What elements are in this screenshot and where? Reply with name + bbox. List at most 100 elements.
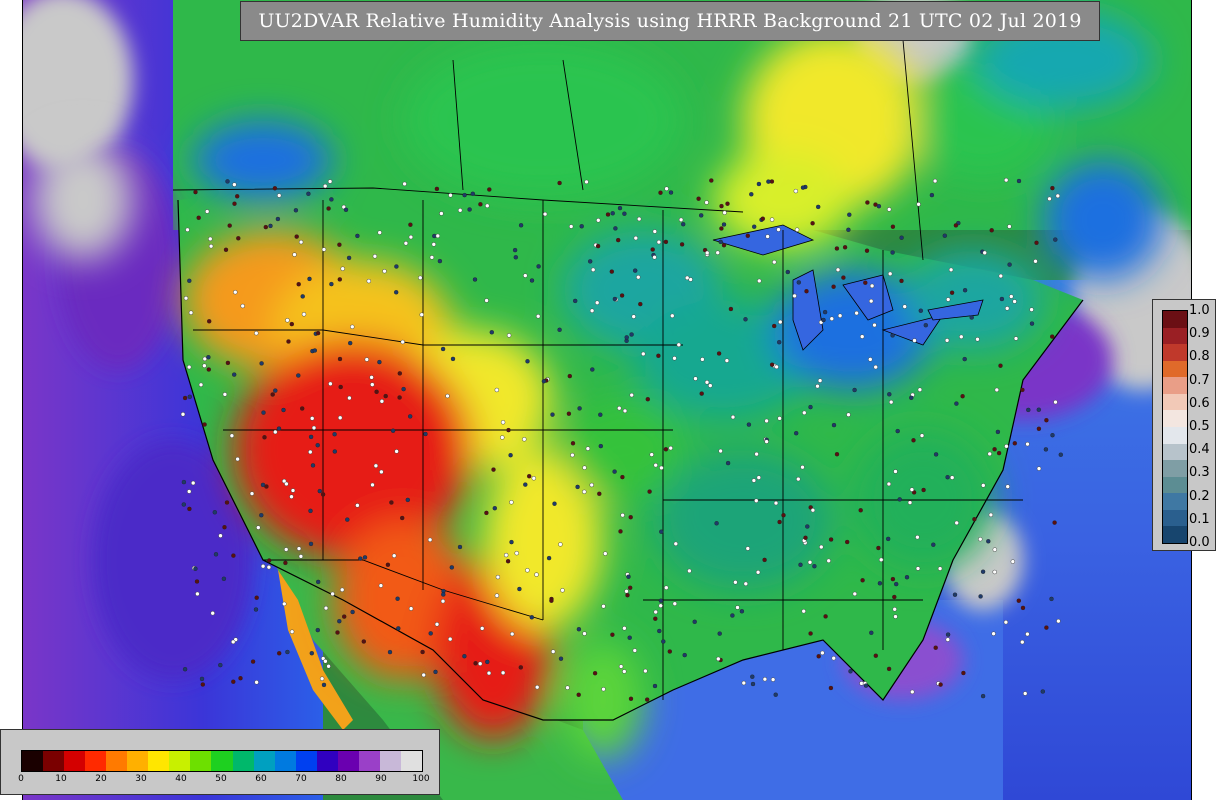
station-dot — [231, 553, 236, 558]
station-dot — [570, 452, 575, 458]
rh-color-step — [232, 751, 255, 771]
station-dot — [195, 591, 200, 597]
station-dot — [629, 392, 634, 398]
station-dot — [478, 661, 483, 666]
station-dot — [652, 683, 658, 689]
station-dot — [632, 648, 637, 653]
station-dot — [370, 382, 375, 387]
station-dot — [598, 412, 603, 417]
station-dot — [645, 697, 650, 702]
station-dot — [909, 487, 915, 492]
station-dot — [1020, 605, 1026, 611]
station-dot — [285, 649, 290, 655]
station-dot — [937, 566, 943, 571]
station-dot — [629, 332, 634, 337]
station-dot — [772, 323, 777, 329]
station-dot — [1007, 262, 1012, 267]
station-dot — [994, 387, 999, 393]
station-dot — [610, 632, 615, 637]
ratio-color-step — [1163, 410, 1187, 428]
station-dot — [326, 206, 331, 211]
station-dot — [377, 230, 382, 235]
station-dot — [1020, 639, 1025, 645]
station-dot — [266, 565, 272, 570]
station-dot — [513, 255, 518, 260]
station-dot — [229, 433, 235, 438]
station-dot — [286, 339, 291, 344]
station-dot — [290, 488, 296, 493]
rh-tick-label: 100 — [412, 774, 430, 784]
station-dot — [208, 243, 214, 249]
station-dot — [428, 631, 433, 636]
station-dot — [187, 394, 193, 399]
rh-color-step — [211, 751, 234, 771]
station-dot — [766, 179, 771, 184]
station-dot — [478, 202, 483, 207]
station-dot — [831, 284, 836, 289]
station-dot — [525, 568, 530, 573]
station-dot — [298, 554, 304, 559]
station-dot — [233, 290, 238, 295]
station-dot — [902, 304, 907, 309]
station-dot — [441, 592, 446, 597]
station-dot — [448, 193, 453, 198]
station-dot — [762, 677, 768, 682]
station-dot — [598, 443, 603, 449]
station-dot — [401, 386, 406, 392]
station-dot — [200, 682, 206, 687]
station-dot — [332, 432, 337, 437]
station-dot — [916, 202, 921, 207]
station-dot — [804, 289, 809, 294]
station-dot — [1043, 447, 1049, 452]
station-dot — [1040, 689, 1045, 694]
station-dot — [816, 654, 821, 659]
station-dot — [601, 687, 606, 692]
station-dot — [847, 212, 852, 217]
station-dot — [672, 356, 677, 361]
station-dot — [749, 192, 754, 197]
station-dot — [725, 460, 731, 466]
station-dot — [854, 310, 859, 316]
station-dot — [1036, 426, 1042, 431]
station-dot — [308, 541, 314, 547]
station-dot — [624, 589, 629, 594]
station-dot — [316, 579, 321, 585]
station-dot — [570, 441, 576, 446]
station-dot — [1029, 321, 1035, 326]
station-dot — [307, 276, 312, 282]
station-dot — [778, 319, 783, 325]
station-dot — [627, 635, 632, 640]
station-dot — [704, 200, 709, 205]
station-dot — [300, 406, 305, 411]
station-dot — [282, 601, 287, 607]
station-dot — [300, 294, 305, 299]
rh-color-step — [106, 751, 128, 771]
station-dot — [396, 626, 401, 631]
station-dot — [329, 281, 334, 287]
station-dot — [1004, 177, 1009, 183]
station-dot — [895, 428, 900, 434]
station-dot — [394, 290, 399, 295]
rh-tick-label: 80 — [335, 774, 347, 784]
station-dot — [954, 520, 959, 526]
station-dot — [350, 609, 355, 615]
station-dot — [869, 630, 874, 635]
station-dot — [194, 579, 200, 584]
station-dot — [670, 313, 675, 318]
station-dot — [358, 556, 363, 561]
station-dot — [1005, 306, 1010, 311]
station-dot — [523, 482, 528, 487]
station-dot — [193, 189, 198, 195]
ratio-color-step — [1163, 377, 1187, 395]
station-dot — [699, 391, 704, 396]
station-dot — [801, 609, 806, 614]
station-dot — [800, 465, 805, 470]
station-dot — [932, 178, 938, 184]
station-dot — [617, 205, 623, 211]
map-frame — [22, 0, 1192, 800]
station-dot — [785, 269, 790, 275]
station-dot — [769, 217, 775, 222]
ratio-tick-label: 0.6 — [1189, 395, 1210, 411]
station-dot — [188, 310, 194, 315]
rh-tick-label: 90 — [375, 774, 387, 784]
